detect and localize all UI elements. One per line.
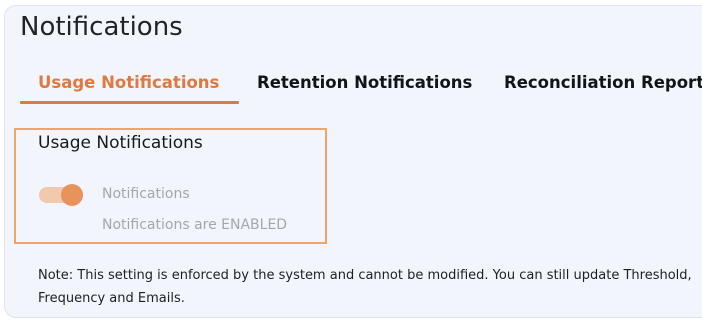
section-title: Usage Notifications xyxy=(38,133,203,153)
enforcement-note: Note: This setting is enforced by the sy… xyxy=(38,268,692,306)
tab-retention-notifications[interactable]: Retention Notifications xyxy=(257,73,472,92)
notifications-toggle[interactable] xyxy=(39,184,83,206)
toggle-knob xyxy=(61,184,83,206)
tab-usage-notifications[interactable]: Usage Notifications xyxy=(38,73,219,92)
toggle-label: Notifications xyxy=(102,186,190,202)
active-tab-indicator xyxy=(20,101,239,104)
tab-reconciliation-report[interactable]: Reconciliation Report xyxy=(504,73,702,92)
toggle-status-text: Notifications are ENABLED xyxy=(102,217,288,233)
page-title: Notifications xyxy=(20,12,183,42)
